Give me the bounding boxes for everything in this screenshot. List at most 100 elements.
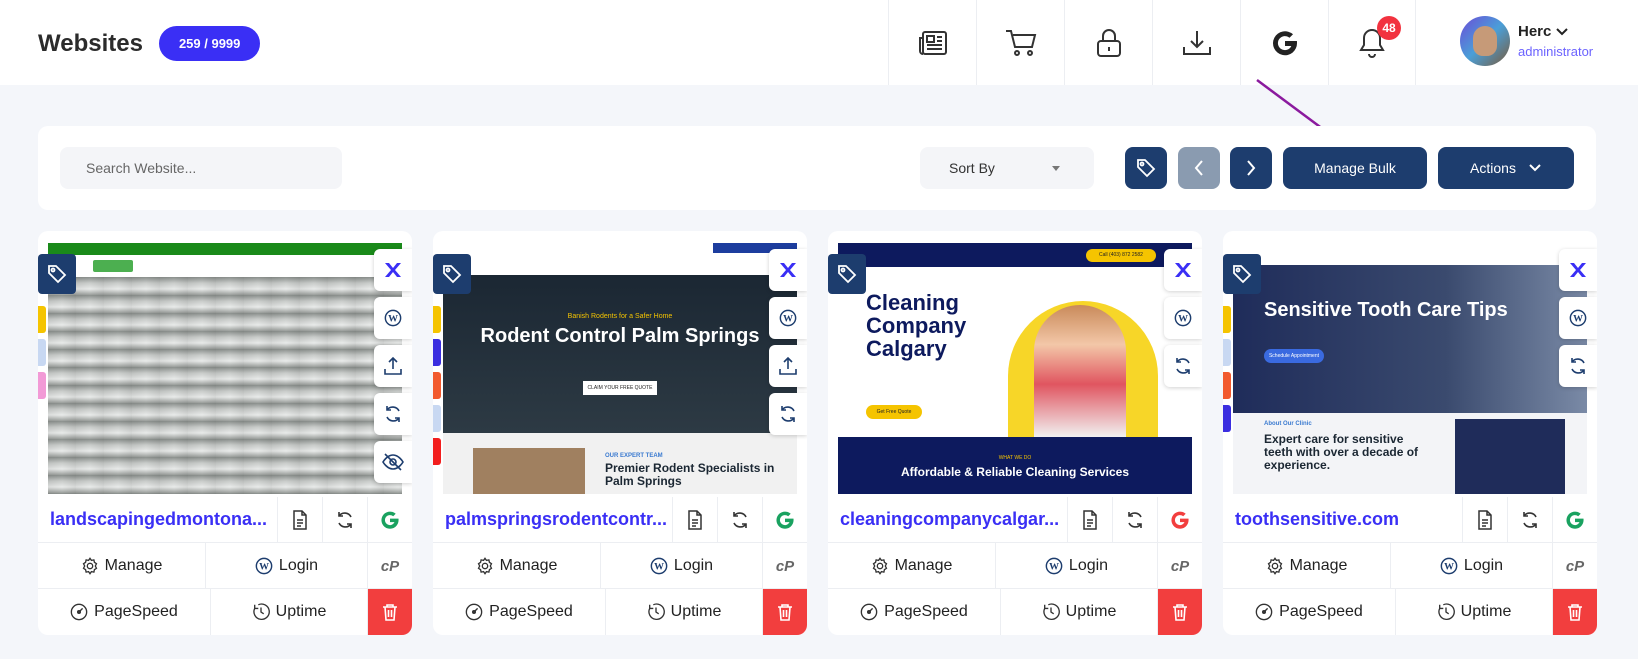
wordpress-login-button[interactable]: W Login [1390,543,1552,588]
report-button[interactable] [672,497,717,543]
website-domain-link[interactable]: landscapingedmontona... [38,497,277,542]
refresh-icon [1571,358,1585,374]
manage-button[interactable]: Manage [1223,543,1390,588]
uptime-button[interactable]: Uptime [1395,589,1552,635]
sort-select[interactable]: Sort By [920,147,1094,189]
card-tag-button[interactable] [433,254,471,294]
website-screenshot[interactable]: Banish Rodents for a Safer Home Rodent Co… [443,243,797,494]
previous-page-button[interactable] [1178,147,1220,189]
cpanel-button[interactable]: cP [762,543,807,588]
wordpress-admin-button[interactable]: W [1164,297,1202,339]
manage-button[interactable]: Manage [828,543,995,588]
website-screenshot[interactable] [48,243,402,494]
refresh-button[interactable] [769,393,807,435]
tag-color-stripes [433,306,441,465]
wordpress-login-button[interactable]: W Login [995,543,1157,588]
user-menu[interactable]: Herc administrator [1460,16,1593,66]
uptime-button[interactable]: Uptime [605,589,762,635]
download-button[interactable] [1152,0,1240,85]
uptime-button[interactable]: Uptime [1000,589,1157,635]
sync-button[interactable] [717,497,762,543]
wordpress-icon: W [1045,557,1063,574]
cpanel-button[interactable]: cP [367,543,412,588]
wordpress-admin-button[interactable]: W [1559,297,1597,339]
clock-icon [1438,603,1455,621]
x-logo-button[interactable] [1164,249,1202,291]
refresh-icon [1128,512,1142,528]
card-tag-button[interactable] [1223,254,1261,294]
wordpress-icon: W [384,309,402,327]
delete-website-button[interactable] [1157,589,1202,635]
svg-text:W: W [1573,314,1583,325]
wordpress-icon: W [779,309,797,327]
website-domain-link[interactable]: toothsensitive.com [1223,497,1462,542]
card-tag-button[interactable] [828,254,866,294]
tag-color-stripe [1223,405,1231,432]
sync-button[interactable] [1112,497,1157,543]
google-status-button[interactable] [1552,497,1597,543]
manage-label: Manage [499,556,558,574]
wordpress-login-button[interactable]: W Login [205,543,367,588]
x-logo-button[interactable] [769,249,807,291]
tag-color-stripe [38,306,46,333]
cpanel-button[interactable]: cP [1157,543,1202,588]
svg-text:W: W [1178,314,1188,325]
report-button[interactable] [1067,497,1112,543]
pagespeed-label: PageSpeed [884,603,968,620]
wordpress-icon: W [1440,557,1458,574]
refresh-icon [781,406,795,422]
report-button[interactable] [1462,497,1507,543]
refresh-button[interactable] [374,393,412,435]
refresh-icon [733,512,747,528]
document-icon [688,510,702,530]
google-button[interactable] [1240,0,1328,85]
notifications-button[interactable]: 48 [1328,0,1416,85]
preview-headline: Rodent Control Palm Springs [480,325,760,347]
pagespeed-button[interactable]: PageSpeed [828,589,1000,635]
tags-filter-button[interactable] [1125,147,1167,189]
clock-icon [1043,603,1060,621]
delete-website-button[interactable] [762,589,807,635]
sync-button[interactable] [322,497,367,543]
manage-bulk-button[interactable]: Manage Bulk [1283,147,1427,189]
pagespeed-button[interactable]: PageSpeed [433,589,605,635]
cart-button[interactable] [976,0,1064,85]
upload-button[interactable] [374,345,412,387]
delete-website-button[interactable] [367,589,412,635]
uptime-button[interactable]: Uptime [210,589,367,635]
wordpress-login-button[interactable]: W Login [600,543,762,588]
website-domain-link[interactable]: cleaningcompanycalgar... [828,497,1067,542]
refresh-button[interactable] [1559,345,1597,387]
wordpress-admin-button[interactable]: W [769,297,807,339]
google-status-button[interactable] [762,497,807,543]
hide-button[interactable] [374,441,412,483]
manage-button[interactable]: Manage [433,543,600,588]
next-page-button[interactable] [1230,147,1272,189]
report-button[interactable] [277,497,322,543]
google-status-button[interactable] [1157,497,1202,543]
google-status-button[interactable] [367,497,412,543]
website-domain-link[interactable]: palmspringsrodentcontr... [433,497,672,542]
sort-label: Sort By [949,160,995,176]
card-management-row: Manage W Login cP [1223,543,1597,589]
x-logo-button[interactable] [374,249,412,291]
delete-website-button[interactable] [1552,589,1597,635]
sync-button[interactable] [1507,497,1552,543]
lock-button[interactable] [1064,0,1152,85]
website-screenshot[interactable]: Call (403) 872 2582 Cleaning Company Calg… [838,243,1192,494]
login-label: Login [1068,556,1109,574]
newspaper-button[interactable] [888,0,976,85]
search-input[interactable] [60,147,342,189]
pagespeed-button[interactable]: PageSpeed [38,589,210,635]
website-screenshot[interactable]: Sensitive Tooth Care Tips Schedule Appoin… [1233,243,1587,494]
pagespeed-button[interactable]: PageSpeed [1223,589,1395,635]
cpanel-button[interactable]: cP [1552,543,1597,588]
actions-dropdown-button[interactable]: Actions [1438,147,1574,189]
manage-button[interactable]: Manage [38,543,205,588]
card-tag-button[interactable] [38,254,76,294]
wordpress-admin-button[interactable]: W [374,297,412,339]
x-logo-button[interactable] [1559,249,1597,291]
refresh-button[interactable] [1164,345,1202,387]
svg-text:cP: cP [1566,558,1585,575]
upload-button[interactable] [769,345,807,387]
